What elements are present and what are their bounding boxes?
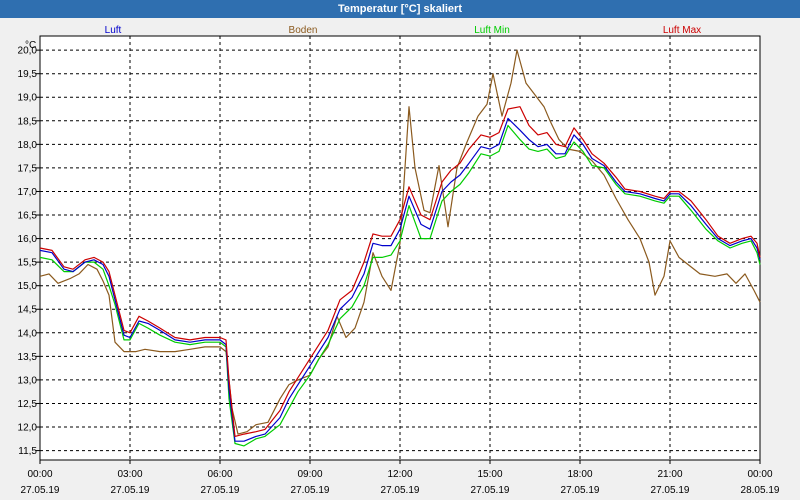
- y-tick-label: 18,0: [18, 140, 38, 151]
- y-tick-label: 15,5: [18, 258, 38, 269]
- x-tick-time-label: 21:00: [657, 469, 682, 480]
- y-tick-label: 13,0: [18, 375, 38, 386]
- x-tick-date-label: 27.05.19: [471, 485, 510, 496]
- temperature-chart: Luft Boden Luft Min Luft Max °C 20,019,519,…: [18, 25, 780, 496]
- y-tick-label: 20,0: [18, 46, 38, 57]
- y-tick-label: 16,5: [18, 211, 38, 222]
- x-tick-time-label: 06:00: [207, 469, 232, 480]
- y-tick-label: 12,5: [18, 399, 38, 410]
- y-tick-label: 11,5: [18, 446, 37, 457]
- x-tick-time-label: 00:00: [747, 469, 772, 480]
- y-tick-label: 14,5: [18, 305, 38, 316]
- x-tick-date-label: 28.05.19: [741, 485, 780, 496]
- y-tick-label: 14,0: [18, 328, 38, 339]
- x-tick-time-label: 18:00: [567, 469, 592, 480]
- x-tick-date-label: 27.05.19: [561, 485, 600, 496]
- x-tick-time-label: 12:00: [387, 469, 412, 480]
- legend-entry: Luft Max: [663, 25, 701, 36]
- y-tick-label: 19,0: [18, 93, 38, 104]
- x-tick-labels: 00:00 27.05.19 03:00 27.05.19 06:00 27.05.19 0…: [21, 469, 780, 496]
- y-tick-label: 16,0: [18, 234, 38, 245]
- x-tick-time-label: 00:00: [27, 469, 52, 480]
- window-title: Temperatur [°C] skaliert: [0, 0, 800, 18]
- x-tick-date-label: 27.05.19: [651, 485, 690, 496]
- legend-entry: Luft: [105, 25, 122, 36]
- y-tick-label: 18,5: [18, 116, 38, 127]
- x-tick-date-label: 27.05.19: [381, 485, 420, 496]
- y-tick-label: 17,0: [18, 187, 38, 198]
- x-tick-date-label: 27.05.19: [21, 485, 60, 496]
- y-tick-label: 13,5: [18, 352, 38, 363]
- y-tick-label: 12,0: [18, 423, 38, 434]
- legend-entry: Boden: [289, 25, 318, 36]
- x-tick-time-label: 15:00: [477, 469, 502, 480]
- x-tick-time-label: 09:00: [297, 469, 322, 480]
- x-tick-date-label: 27.05.19: [201, 485, 240, 496]
- chart-window: Temperatur [°C] skaliert Luft Boden Luft M…: [0, 0, 800, 500]
- y-tick-label: 15,0: [18, 281, 38, 292]
- y-tick-label: 17,5: [18, 163, 38, 174]
- legend-entry: Luft Min: [474, 25, 510, 36]
- legend: Luft Boden Luft Min Luft Max: [105, 25, 702, 36]
- x-tick-time-label: 03:00: [117, 469, 142, 480]
- x-tick-date-label: 27.05.19: [291, 485, 330, 496]
- y-tick-label: 19,5: [18, 69, 38, 80]
- y-tick-labels: 20,0 19,5 19,0 18,5 18,0 17,5 17,0 16,5 16,0 15,5…: [18, 46, 38, 457]
- x-tick-date-label: 27.05.19: [111, 485, 150, 496]
